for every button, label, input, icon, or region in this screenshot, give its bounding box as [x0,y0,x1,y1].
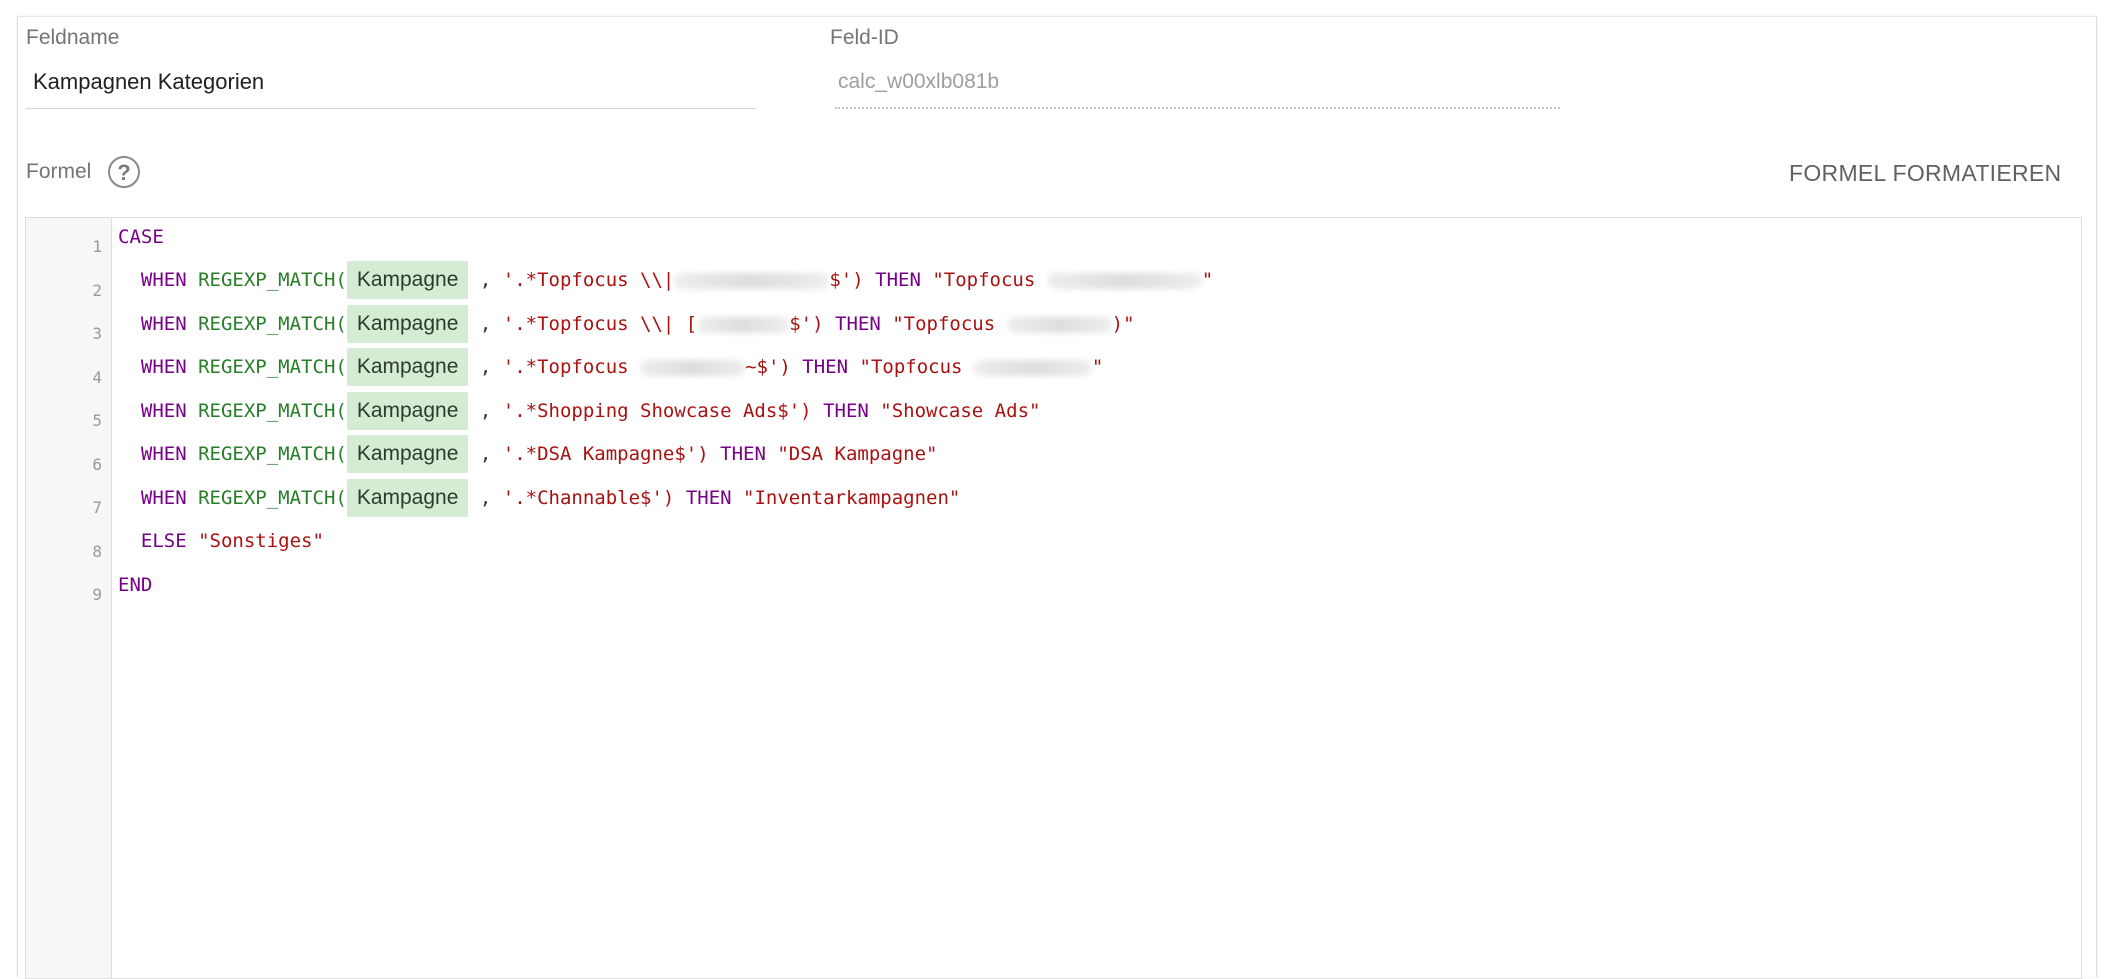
code-line: CASE [118,218,164,256]
format-formula-button[interactable]: FORMEL FORMATIEREN [1789,160,2061,187]
field-chip-kampagne[interactable]: Kampagne [346,305,469,343]
keyword-then: THEN [802,356,849,378]
regex-pattern: '.*Topfocus [502,356,629,378]
result-string: "Topfocus [932,269,1036,291]
result-string-end: )" [1111,313,1135,335]
keyword-when: WHEN [140,443,187,465]
keyword-then: THEN [835,313,881,335]
result-string: "Topfocus [859,356,963,378]
field-name-input[interactable]: Kampagnen Kategorien [33,69,264,95]
regex-pattern-end: $') [829,269,864,291]
comma: , [479,269,492,291]
comma: , [479,400,492,422]
redacted-text [674,272,830,289]
question-circle-icon[interactable]: ? [108,156,140,188]
field-chip-kampagne[interactable]: Kampagne [346,479,469,517]
comma: , [479,313,492,335]
field-chip-kampagne[interactable]: Kampagne [346,348,469,386]
line-number: 8 [92,542,102,561]
line-number-gutter: 1 2 3 4 5 6 7 8 9 [26,218,112,978]
code-line: WHEN REGEXP_MATCH(Kampagne , '.*Topfocus… [118,348,1103,386]
code-line: WHEN REGEXP_MATCH(Kampagne , '.*Topfocus… [118,261,1213,299]
function-regexp-match: REGEXP_MATCH( [198,313,347,335]
redacted-text [1046,272,1202,289]
field-id-underline [835,107,1560,109]
code-line: WHEN REGEXP_MATCH(Kampagne , '.*DSA Kamp… [118,435,938,473]
keyword-when: WHEN [140,313,187,335]
line-number: 7 [92,498,102,517]
keyword-when: WHEN [140,400,187,422]
regex-pattern: '.*DSA Kampagne$') [502,443,709,465]
result-string: "Topfocus [892,313,996,335]
field-chip-kampagne[interactable]: Kampagne [346,392,469,430]
redacted-text [1006,316,1112,333]
field-id-label: Feld-ID [830,26,899,49]
keyword-when: WHEN [140,269,187,291]
code-line: WHEN REGEXP_MATCH(Kampagne , '.*Shopping… [118,392,1040,430]
redacted-text [697,316,790,333]
line-number: 3 [92,324,102,343]
result-string-end: " [1091,356,1104,378]
line-number: 9 [92,585,102,604]
function-regexp-match: REGEXP_MATCH( [198,487,347,509]
redacted-text [973,359,1092,376]
code-line: WHEN REGEXP_MATCH(Kampagne , '.*Channabl… [118,479,960,517]
formula-editor[interactable]: 1 2 3 4 5 6 7 8 9 CASE WHEN REGEXP_MATCH… [25,217,2082,979]
function-regexp-match: REGEXP_MATCH( [198,400,347,422]
line-number: 6 [92,455,102,474]
result-string: "DSA Kampagne" [777,443,938,465]
keyword-when: WHEN [140,356,187,378]
keyword-then: THEN [720,443,766,465]
field-chip-kampagne[interactable]: Kampagne [346,261,469,299]
formula-label: Formel [26,160,92,183]
line-number: 5 [92,411,102,430]
regex-pattern: '.*Topfocus \\| [ [502,313,698,335]
regex-pattern: '.*Shopping Showcase Ads$') [502,400,812,422]
comma: , [479,487,492,509]
keyword-case: CASE [118,226,164,248]
comma: , [479,443,492,465]
function-regexp-match: REGEXP_MATCH( [198,443,347,465]
code-line: END [118,566,152,604]
field-name-label: Feldname [26,26,120,49]
comma: , [479,356,492,378]
keyword-then: THEN [823,400,869,422]
regex-pattern: '.*Channable$') [502,487,675,509]
regex-pattern-end: $') [789,313,824,335]
keyword-then: THEN [685,487,732,509]
result-string: "Inventarkampagnen" [743,487,961,509]
keyword-then: THEN [875,269,921,291]
keyword-else: ELSE [140,530,187,552]
line-number: 2 [92,281,102,300]
field-chip-kampagne[interactable]: Kampagne [346,435,469,473]
regex-pattern: '.*Topfocus \\| [502,269,675,291]
regex-pattern-end: ~$') [745,356,791,378]
else-string: "Sonstiges" [198,530,324,552]
result-string-end: " [1201,269,1214,291]
code-line: WHEN REGEXP_MATCH(Kampagne , '.*Topfocus… [118,305,1135,343]
result-string: "Showcase Ads" [880,400,1041,422]
field-name-underline [26,108,756,109]
keyword-when: WHEN [140,487,187,509]
redacted-text [640,359,746,376]
function-regexp-match: REGEXP_MATCH( [198,356,347,378]
line-number: 4 [92,368,102,387]
keyword-end: END [118,574,153,596]
line-number: 1 [92,237,102,256]
function-regexp-match: REGEXP_MATCH( [198,269,347,291]
field-id-value: calc_w00xlb081b [838,70,1000,93]
code-line: ELSE "Sonstiges" [118,522,324,560]
